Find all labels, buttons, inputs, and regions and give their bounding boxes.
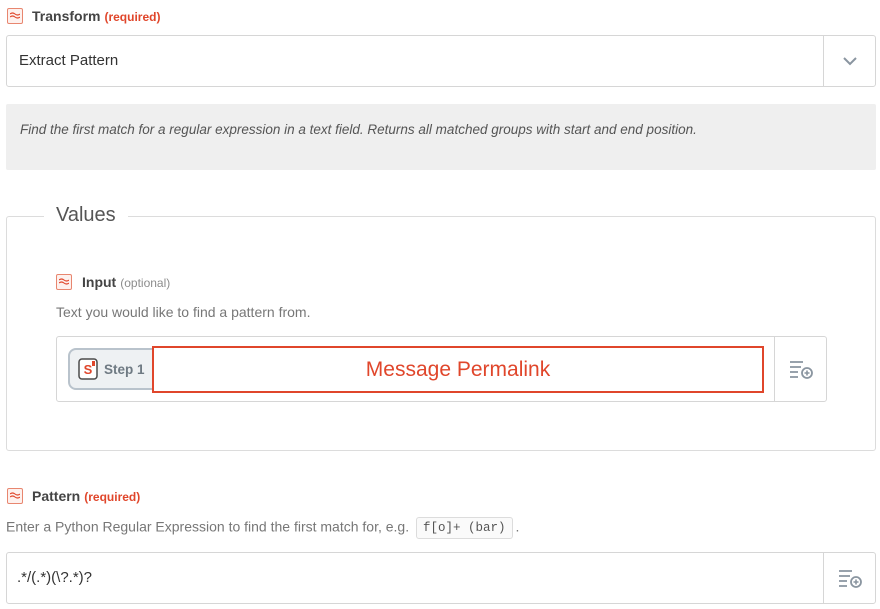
optional-tag: (optional) [120, 276, 171, 290]
pattern-input[interactable]: .*/(.*)(\?.*)? [6, 552, 876, 604]
chevron-down-icon [842, 57, 857, 66]
pattern-help-prefix: Enter a Python Regular Expression to fin… [6, 518, 410, 535]
values-fieldset [6, 216, 876, 451]
transform-label-text: Transform [32, 8, 101, 24]
insert-data-button[interactable] [823, 553, 875, 603]
step-pill[interactable]: S Step 1 [68, 348, 154, 390]
mapped-field-text: Message Permalink [365, 357, 551, 381]
input-label-text: Input [82, 274, 117, 290]
transform-description: Find the first match for a regular expre… [6, 104, 876, 170]
pattern-example-code: f[o]+ (bar) [416, 517, 513, 539]
svg-text:S: S [84, 362, 93, 377]
transform-select[interactable]: Extract Pattern [6, 35, 876, 87]
insert-data-button[interactable] [774, 337, 826, 401]
formatter-icon [7, 488, 23, 504]
formatter-icon [56, 274, 72, 290]
transform-dropdown-button[interactable] [823, 36, 875, 86]
required-tag: (required) [84, 490, 141, 504]
transform-label: Transform (required) [32, 8, 160, 24]
step-label: Step 1 [104, 361, 145, 377]
pattern-label-text: Pattern [32, 488, 81, 504]
mapped-field-value[interactable]: Message Permalink [152, 346, 764, 393]
insert-data-icon [789, 361, 813, 379]
input-help-text: Text you would like to find a pattern fr… [56, 304, 311, 320]
input-label: Input (optional) [82, 274, 170, 290]
formatter-icon [7, 8, 23, 24]
pattern-label: Pattern (required) [32, 488, 140, 504]
transform-selected-value: Extract Pattern [19, 52, 119, 69]
transform-description-text: Find the first match for a regular expre… [20, 122, 697, 137]
insert-data-icon [838, 570, 862, 588]
pattern-help-text: Enter a Python Regular Expression to fin… [6, 517, 519, 539]
input-field[interactable]: S Step 1 Message Permalink [56, 336, 827, 402]
slack-app-icon: S [78, 358, 98, 380]
values-legend: Values [44, 204, 128, 227]
pattern-help-suffix: . [515, 518, 520, 535]
required-tag: (required) [104, 10, 161, 24]
pattern-value: .*/(.*)(\?.*)? [17, 569, 93, 586]
